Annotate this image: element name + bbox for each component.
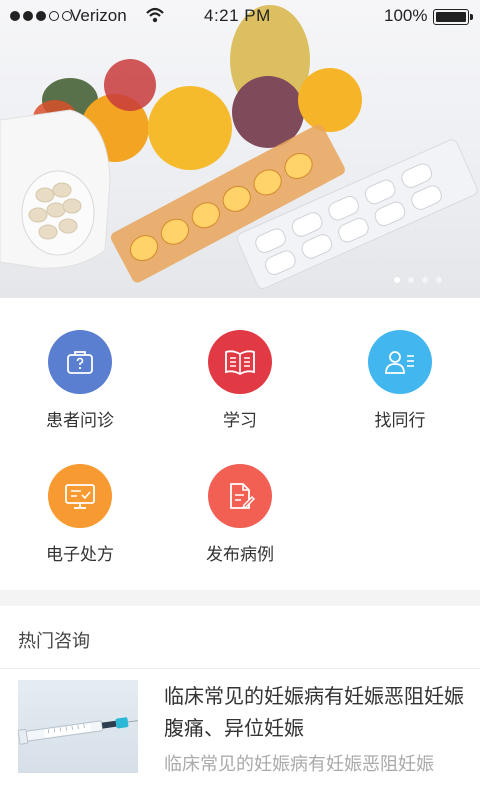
- pager-dot[interactable]: [436, 277, 442, 283]
- feature-label: 发布病例: [206, 545, 274, 565]
- feature-publish-case[interactable]: 发布病例: [160, 464, 320, 565]
- signal-strength-icon: [10, 11, 72, 21]
- section-title: 热门咨询: [18, 631, 90, 652]
- feature-label: 找同行: [374, 411, 426, 431]
- article-item[interactable]: 临床常见的妊娠病有妊娠恶阻妊娠腹痛、异位妊娠 临床常见的妊娠病有妊娠恶阻妊娠: [18, 680, 480, 778]
- wifi-icon: [145, 6, 165, 29]
- carrier-name: Verizon: [70, 6, 127, 25]
- divider: [0, 668, 480, 669]
- feature-label: 学习: [223, 411, 257, 431]
- document-pen-icon[interactable]: [208, 464, 272, 528]
- battery-icon: [433, 9, 473, 25]
- feature-find-peers[interactable]: 找同行: [320, 330, 480, 431]
- status-time: 4:21 PM: [204, 6, 271, 25]
- banner-carousel[interactable]: [0, 0, 480, 298]
- banner-image: [0, 5, 478, 289]
- feature-grid: 患者问诊 学习 找同行 电子处方 发布病例: [0, 298, 480, 590]
- article-title: 临床常见的妊娠病有妊娠恶阻妊娠腹痛、异位妊娠: [164, 684, 464, 740]
- feature-patient-consult[interactable]: 患者问诊: [0, 330, 160, 431]
- article-thumbnail: [18, 680, 138, 773]
- open-book-icon[interactable]: [208, 330, 272, 394]
- pager-dot[interactable]: [422, 277, 428, 283]
- feature-label: 患者问诊: [46, 411, 114, 431]
- carousel-pager[interactable]: [394, 277, 442, 283]
- feature-label: 电子处方: [46, 545, 114, 565]
- briefcase-question-icon[interactable]: [48, 330, 112, 394]
- status-bar: Verizon 4:21 PM 100%: [0, 0, 480, 32]
- hot-consult-section: 热门咨询 临床常见的妊娠病有妊娠恶阻妊娠腹痛、异位妊娠 临床常见的妊娠病有妊娠恶…: [0, 606, 480, 800]
- feature-e-prescription[interactable]: 电子处方: [0, 464, 160, 565]
- battery-percentage: 100%: [384, 6, 428, 25]
- feature-study[interactable]: 学习: [160, 330, 320, 431]
- monitor-prescription-icon[interactable]: [48, 464, 112, 528]
- pager-dot[interactable]: [408, 277, 414, 283]
- pager-dot-active[interactable]: [394, 277, 400, 283]
- doctor-id-icon[interactable]: [368, 330, 432, 394]
- article-summary: 临床常见的妊娠病有妊娠恶阻妊娠: [164, 754, 434, 775]
